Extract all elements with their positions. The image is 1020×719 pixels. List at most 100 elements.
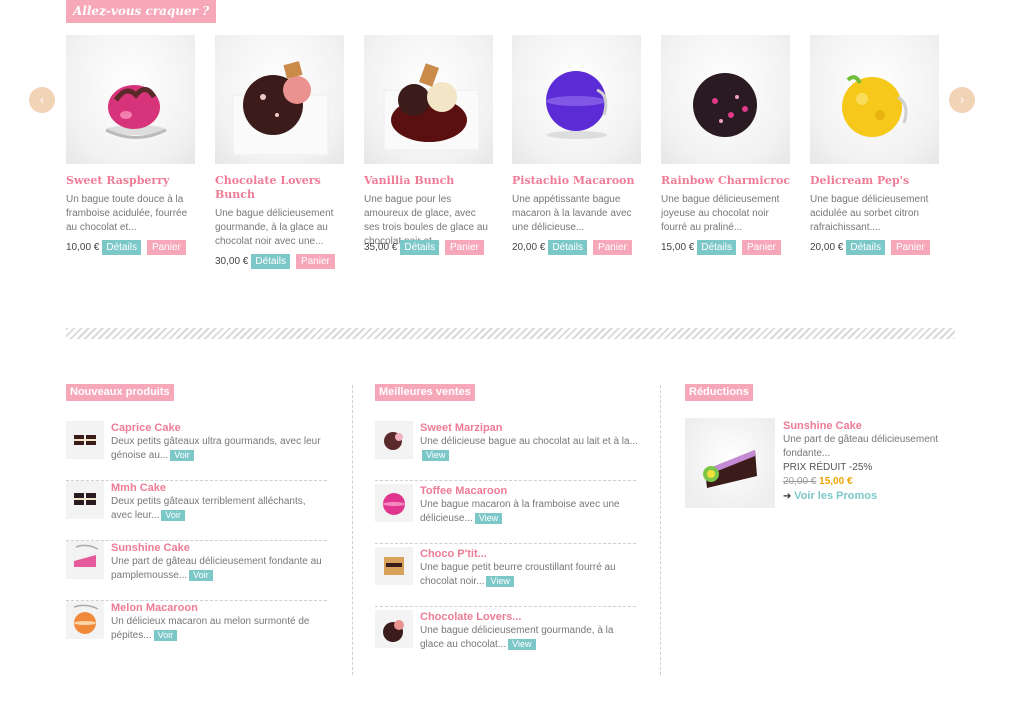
product-thumbnail[interactable] <box>375 610 413 648</box>
product-image[interactable] <box>66 35 195 164</box>
new-price: 15,00 € <box>819 476 853 487</box>
item-title[interactable]: Choco P'tit... <box>420 547 638 561</box>
product-title[interactable]: Chocolate Lovers Bunch <box>215 174 345 202</box>
product-price: 10,00 € <box>66 242 100 253</box>
promo-product-image[interactable] <box>685 418 775 508</box>
product-image[interactable] <box>810 35 939 164</box>
item-title[interactable]: Toffee Macaroon <box>420 484 638 498</box>
view-button[interactable]: View <box>508 639 536 650</box>
discount-label: PRIX RÉDUIT -25% <box>783 462 873 473</box>
hatched-divider <box>66 328 955 339</box>
details-button[interactable]: Détails <box>846 240 885 255</box>
product-description: Une bague délicieusement gourmande, à la… <box>215 208 334 247</box>
item-title[interactable]: Chocolate Lovers... <box>420 610 638 624</box>
list-item: Toffee Macaroon Une bague macaron à la f… <box>375 484 636 544</box>
item-title[interactable]: Caprice Cake <box>111 421 329 435</box>
carousel-next-icon[interactable]: › <box>949 87 975 113</box>
item-title[interactable]: Mmh Cake <box>111 481 329 495</box>
list-item: Sunshine Cake Une part de gâteau délicie… <box>66 541 327 601</box>
cake-thumb-image <box>74 493 96 505</box>
product-card: Rainbow Charmicroc Une bague délicieusem… <box>661 35 791 255</box>
product-thumbnail[interactable] <box>66 481 104 519</box>
item-title[interactable]: Sweet Marzipan <box>420 421 638 435</box>
voir-button[interactable]: Voir <box>189 570 213 581</box>
view-button[interactable]: View <box>422 450 450 461</box>
product-title[interactable]: Pistachio Macaroon <box>512 174 642 188</box>
item-description: Une bague macaron à la framboise avec un… <box>420 499 620 524</box>
view-button[interactable]: View <box>474 513 503 524</box>
details-button[interactable]: Détails <box>400 240 439 255</box>
product-thumbnail[interactable] <box>375 421 413 459</box>
raspberry-ring-image <box>105 85 167 139</box>
product-price: 20,00 € <box>810 242 844 253</box>
product-card: Sweet Raspberry Un bague toute douce à l… <box>66 35 196 255</box>
charmicroc-ring-image <box>693 73 757 137</box>
product-thumbnail[interactable] <box>375 547 413 585</box>
vanilla-bunch-image <box>383 63 480 151</box>
voir-button[interactable]: Voir <box>153 630 178 641</box>
product-image[interactable] <box>215 35 344 164</box>
delicream-ring-image <box>842 75 908 137</box>
product-card: Pistachio Macaroon Une appétissante bagu… <box>512 35 642 255</box>
voir-button[interactable]: Voir <box>161 510 185 521</box>
product-title[interactable]: Delicream Pep's <box>810 174 940 188</box>
details-button[interactable]: Détails <box>548 240 587 255</box>
carousel-prev-icon[interactable]: ‹ <box>29 87 55 113</box>
item-title[interactable]: Melon Macaroon <box>111 601 329 615</box>
promo-description: Une part de gâteau délicieusement fondan… <box>783 434 939 459</box>
add-to-cart-button[interactable]: Panier <box>295 254 335 269</box>
sunshine-cake-image <box>703 450 757 488</box>
marzipan-thumb-image <box>384 432 403 450</box>
add-to-cart-button[interactable]: Panier <box>592 240 632 255</box>
list-item: Choco P'tit... Une bague petit beurre cr… <box>375 547 636 607</box>
list-item: Chocolate Lovers... Une bague délicieuse… <box>375 610 636 670</box>
column-divider <box>660 385 661 675</box>
item-title[interactable]: Sunshine Cake <box>111 541 329 555</box>
product-price: 15,00 € <box>661 242 695 253</box>
list-item: Sweet Marzipan Une délicieuse bague au c… <box>375 421 638 481</box>
list-item: Melon Macaroon Un délicieux macaron au m… <box>66 601 327 661</box>
column-divider <box>352 385 353 675</box>
cake-thumb-image <box>74 544 99 567</box>
product-title[interactable]: Vanillia Bunch <box>364 174 494 188</box>
chocolate-lovers-thumb-image <box>383 620 404 642</box>
product-thumbnail[interactable] <box>66 421 104 459</box>
product-card: Delicream Pep's Une bague délicieusement… <box>810 35 940 255</box>
product-thumbnail[interactable] <box>375 484 413 522</box>
product-card: Vanillia Bunch Une bague pour les amoure… <box>364 35 494 255</box>
product-image[interactable] <box>364 35 493 164</box>
reductions-title: Réductions <box>685 384 753 401</box>
list-item: Caprice Cake Deux petits gâteaux ultra g… <box>66 421 327 481</box>
nouveaux-produits-title: Nouveaux produits <box>66 384 174 401</box>
add-to-cart-button[interactable]: Panier <box>444 240 484 255</box>
product-thumbnail[interactable] <box>66 601 104 639</box>
item-description: Une délicieuse bague au chocolat au lait… <box>420 436 638 447</box>
details-button[interactable]: Détails <box>697 240 736 255</box>
voir-promos-link[interactable]: Voir les Promos <box>794 490 877 502</box>
add-to-cart-button[interactable]: Panier <box>741 240 781 255</box>
old-price: 20,00 € <box>783 476 817 487</box>
product-image[interactable] <box>512 35 641 164</box>
toffee-macaroon-thumb-image <box>383 493 405 515</box>
item-description: Une part de gâteau délicieusement fondan… <box>111 556 322 581</box>
details-button[interactable]: Détails <box>102 240 141 255</box>
product-price: 30,00 € <box>215 256 249 267</box>
promo-title[interactable]: Sunshine Cake <box>783 419 953 433</box>
details-button[interactable]: Détails <box>251 254 290 269</box>
add-to-cart-button[interactable]: Panier <box>890 240 930 255</box>
item-description: Deux petits gâteaux ultra gourmands, ave… <box>111 436 321 461</box>
voir-button[interactable]: Voir <box>170 450 194 461</box>
product-thumbnail[interactable] <box>66 541 104 579</box>
product-title[interactable]: Rainbow Charmicroc <box>661 174 791 188</box>
product-title[interactable]: Sweet Raspberry <box>66 174 196 188</box>
chocolate-bunch-image <box>232 61 329 156</box>
item-description: Un délicieux macaron au melon surmonté d… <box>111 616 310 641</box>
add-to-cart-button[interactable]: Panier <box>146 240 186 255</box>
product-price: 35,00 € <box>364 242 398 253</box>
product-description: Une bague délicieusement acidulée au sor… <box>810 194 929 233</box>
view-button[interactable]: View <box>486 576 514 587</box>
product-description: Une appétissante bague macaron à la lava… <box>512 194 632 233</box>
product-image[interactable] <box>661 35 790 164</box>
product-description: Un bague toute douce à la framboise acid… <box>66 194 188 233</box>
macaroon-thumb-image <box>73 604 99 634</box>
